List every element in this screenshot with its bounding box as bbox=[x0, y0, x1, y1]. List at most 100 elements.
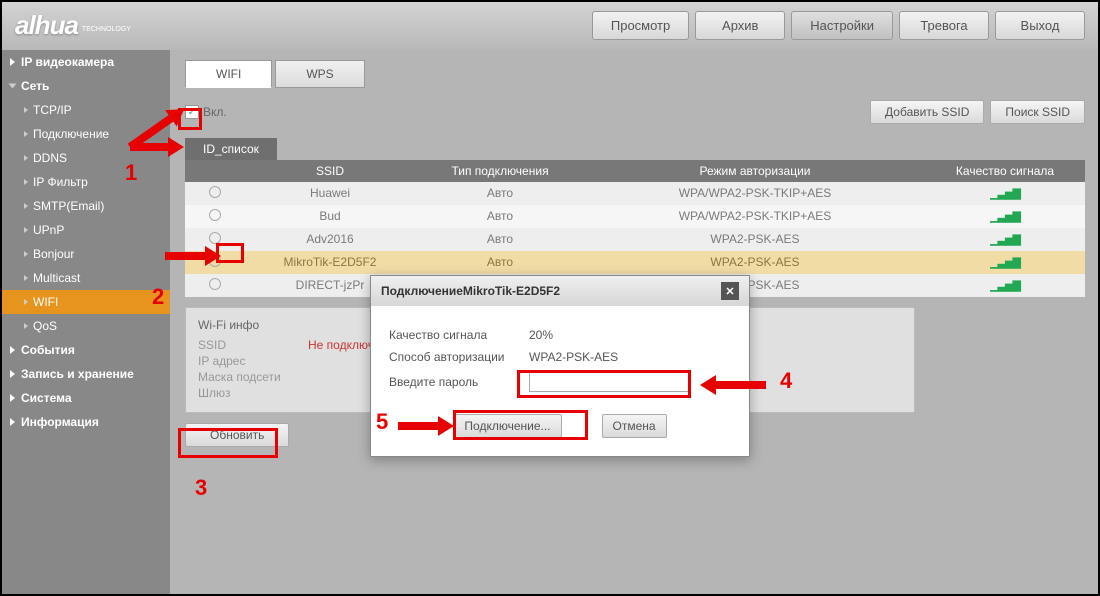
cancel-button[interactable]: Отмена bbox=[602, 414, 667, 438]
sidebar-item-label: Система bbox=[21, 391, 72, 405]
annotation-box-5 bbox=[453, 410, 588, 440]
col-sig: Качество сигнала bbox=[925, 160, 1085, 182]
sidebar-item-storage[interactable]: Запись и хранение bbox=[0, 362, 170, 386]
annotation-box-3 bbox=[178, 428, 278, 458]
cell-ssid: Adv2016 bbox=[245, 228, 415, 251]
sidebar-item-wifi[interactable]: WIFI bbox=[0, 290, 170, 314]
sidebar-item-label: WIFI bbox=[33, 295, 58, 309]
sidebar-item-label: IP Фильтр bbox=[33, 175, 88, 189]
sidebar-item-label: IP видеокамера bbox=[21, 55, 114, 69]
radio-icon[interactable] bbox=[209, 209, 221, 221]
ssid-action-buttons: Добавить SSID Поиск SSID bbox=[870, 100, 1085, 124]
sidebar-item-multicast[interactable]: Multicast bbox=[0, 266, 170, 290]
col-conn: Тип подключения bbox=[415, 160, 585, 182]
info-label-ip: IP адрес bbox=[198, 354, 308, 368]
annotation-number-2: 2 bbox=[152, 284, 164, 310]
cell-auth: WPA/WPA2-PSK-TKIP+AES bbox=[585, 182, 925, 205]
annotation-number-3: 3 bbox=[195, 475, 207, 501]
nav-archive[interactable]: Архив bbox=[695, 11, 785, 40]
signal-icon: ▁▃▅▇ bbox=[990, 257, 1020, 269]
sidebar-item-qos[interactable]: QoS bbox=[0, 314, 170, 338]
nav-preview[interactable]: Просмотр bbox=[592, 11, 689, 40]
sidebar-item-label: Запись и хранение bbox=[21, 367, 134, 381]
sidebar-item-system[interactable]: Система bbox=[0, 386, 170, 410]
modal-password-label: Введите пароль bbox=[389, 375, 529, 389]
sidebar-item-label: Сеть bbox=[21, 79, 49, 93]
modal-quality-value: 20% bbox=[529, 328, 553, 342]
sidebar-item-label: Подключение bbox=[33, 127, 109, 141]
header: alhua TECHNOLOGY Просмотр Архив Настройк… bbox=[0, 0, 1100, 50]
radio-icon[interactable] bbox=[209, 278, 221, 290]
annotation-number-1: 1 bbox=[125, 160, 137, 186]
modal-auth-label: Способ авторизации bbox=[389, 350, 529, 364]
modal-titlebar: Подключение MikroTik-E2D5F2 ✕ bbox=[371, 276, 749, 306]
sidebar-item-events[interactable]: События bbox=[0, 338, 170, 362]
sidebar-item-upnp[interactable]: UPnP bbox=[0, 218, 170, 242]
radio-icon[interactable] bbox=[209, 186, 221, 198]
add-ssid-button[interactable]: Добавить SSID bbox=[870, 100, 984, 124]
sidebar-item-tcpip[interactable]: TCP/IP bbox=[0, 98, 170, 122]
cell-conn: Авто bbox=[415, 205, 585, 228]
cell-auth: WPA2-PSK-AES bbox=[585, 228, 925, 251]
annotation-number-4: 4 bbox=[780, 368, 792, 394]
col-auth: Режим авторизации bbox=[585, 160, 925, 182]
sidebar-item-bonjour[interactable]: Bonjour bbox=[0, 242, 170, 266]
cell-conn: Авто bbox=[415, 251, 585, 274]
brand-sub: TECHNOLOGY bbox=[82, 26, 131, 33]
enable-label: Вкл. bbox=[203, 105, 227, 119]
annotation-arrow-4 bbox=[700, 375, 766, 395]
sidebar-item-label: SMTP(Email) bbox=[33, 199, 104, 213]
cell-conn: Авто bbox=[415, 182, 585, 205]
search-ssid-button[interactable]: Поиск SSID bbox=[990, 100, 1085, 124]
col-ssid: SSID bbox=[245, 160, 415, 182]
cell-ssid: Bud bbox=[245, 205, 415, 228]
list-row[interactable]: Huawei Авто WPA/WPA2-PSK-TKIP+AES ▁▃▅▇ bbox=[185, 182, 1085, 205]
sidebar-item-label: Информация bbox=[21, 415, 99, 429]
annotation-box-4 bbox=[517, 370, 691, 398]
tab-bar: WIFI WPS bbox=[185, 60, 1085, 88]
sidebar-item-info[interactable]: Информация bbox=[0, 410, 170, 434]
info-label-gw: Шлюз bbox=[198, 386, 308, 400]
sidebar-item-ipfilter[interactable]: IP Фильтр bbox=[0, 170, 170, 194]
tab-wifi[interactable]: WIFI bbox=[185, 60, 272, 88]
list-row-selected[interactable]: MikroTik-E2D5F2 Авто WPA2-PSK-AES ▁▃▅▇ bbox=[185, 251, 1085, 274]
modal-auth-value: WPA2-PSK-AES bbox=[529, 350, 618, 364]
enable-row: ✓ Вкл. Добавить SSID Поиск SSID bbox=[185, 100, 1085, 124]
brand-name: alhua bbox=[15, 10, 78, 41]
list-header-tab: ID_список bbox=[185, 138, 277, 160]
annotation-arrow-5 bbox=[398, 416, 454, 436]
modal-quality-label: Качество сигнала bbox=[389, 328, 529, 342]
sidebar-item-label: TCP/IP bbox=[33, 103, 72, 117]
brand-logo: alhua TECHNOLOGY bbox=[15, 10, 131, 41]
sidebar-item-network[interactable]: Сеть bbox=[0, 74, 170, 98]
list-columns: SSID Тип подключения Режим авторизации К… bbox=[185, 160, 1085, 182]
signal-icon: ▁▃▅▇ bbox=[990, 188, 1020, 200]
tab-wps[interactable]: WPS bbox=[275, 60, 364, 88]
annotation-number-5: 5 bbox=[376, 409, 388, 435]
sidebar-item-label: События bbox=[21, 343, 75, 357]
info-label-mask: Маска подсети bbox=[198, 370, 308, 384]
sidebar-item-label: Multicast bbox=[33, 271, 80, 285]
sidebar-item-label: DDNS bbox=[33, 151, 67, 165]
cell-auth: WPA2-PSK-AES bbox=[585, 251, 925, 274]
nav-settings[interactable]: Настройки bbox=[791, 11, 893, 40]
modal-title-prefix: Подключение bbox=[381, 284, 463, 298]
signal-icon: ▁▃▅▇ bbox=[990, 280, 1020, 292]
info-label-ssid: SSID bbox=[198, 338, 308, 352]
header-nav: Просмотр Архив Настройки Тревога Выход bbox=[592, 11, 1085, 40]
nav-exit[interactable]: Выход bbox=[995, 11, 1085, 40]
cell-ssid: Huawei bbox=[245, 182, 415, 205]
cell-auth: WPA/WPA2-PSK-TKIP+AES bbox=[585, 205, 925, 228]
sidebar-item-label: UPnP bbox=[33, 223, 64, 237]
close-icon[interactable]: ✕ bbox=[721, 282, 739, 300]
list-row[interactable]: Bud Авто WPA/WPA2-PSK-TKIP+AES ▁▃▅▇ bbox=[185, 205, 1085, 228]
annotation-arrow-2 bbox=[165, 246, 221, 266]
sidebar-item-label: QoS bbox=[33, 319, 57, 333]
nav-alarm[interactable]: Тревога bbox=[899, 11, 989, 40]
sidebar-item-smtp[interactable]: SMTP(Email) bbox=[0, 194, 170, 218]
sidebar-item-ipcam[interactable]: IP видеокамера bbox=[0, 50, 170, 74]
cell-ssid: MikroTik-E2D5F2 bbox=[245, 251, 415, 274]
wifi-list: ID_список SSID Тип подключения Режим авт… bbox=[185, 138, 1085, 297]
signal-icon: ▁▃▅▇ bbox=[990, 234, 1020, 246]
list-row[interactable]: Adv2016 Авто WPA2-PSK-AES ▁▃▅▇ bbox=[185, 228, 1085, 251]
